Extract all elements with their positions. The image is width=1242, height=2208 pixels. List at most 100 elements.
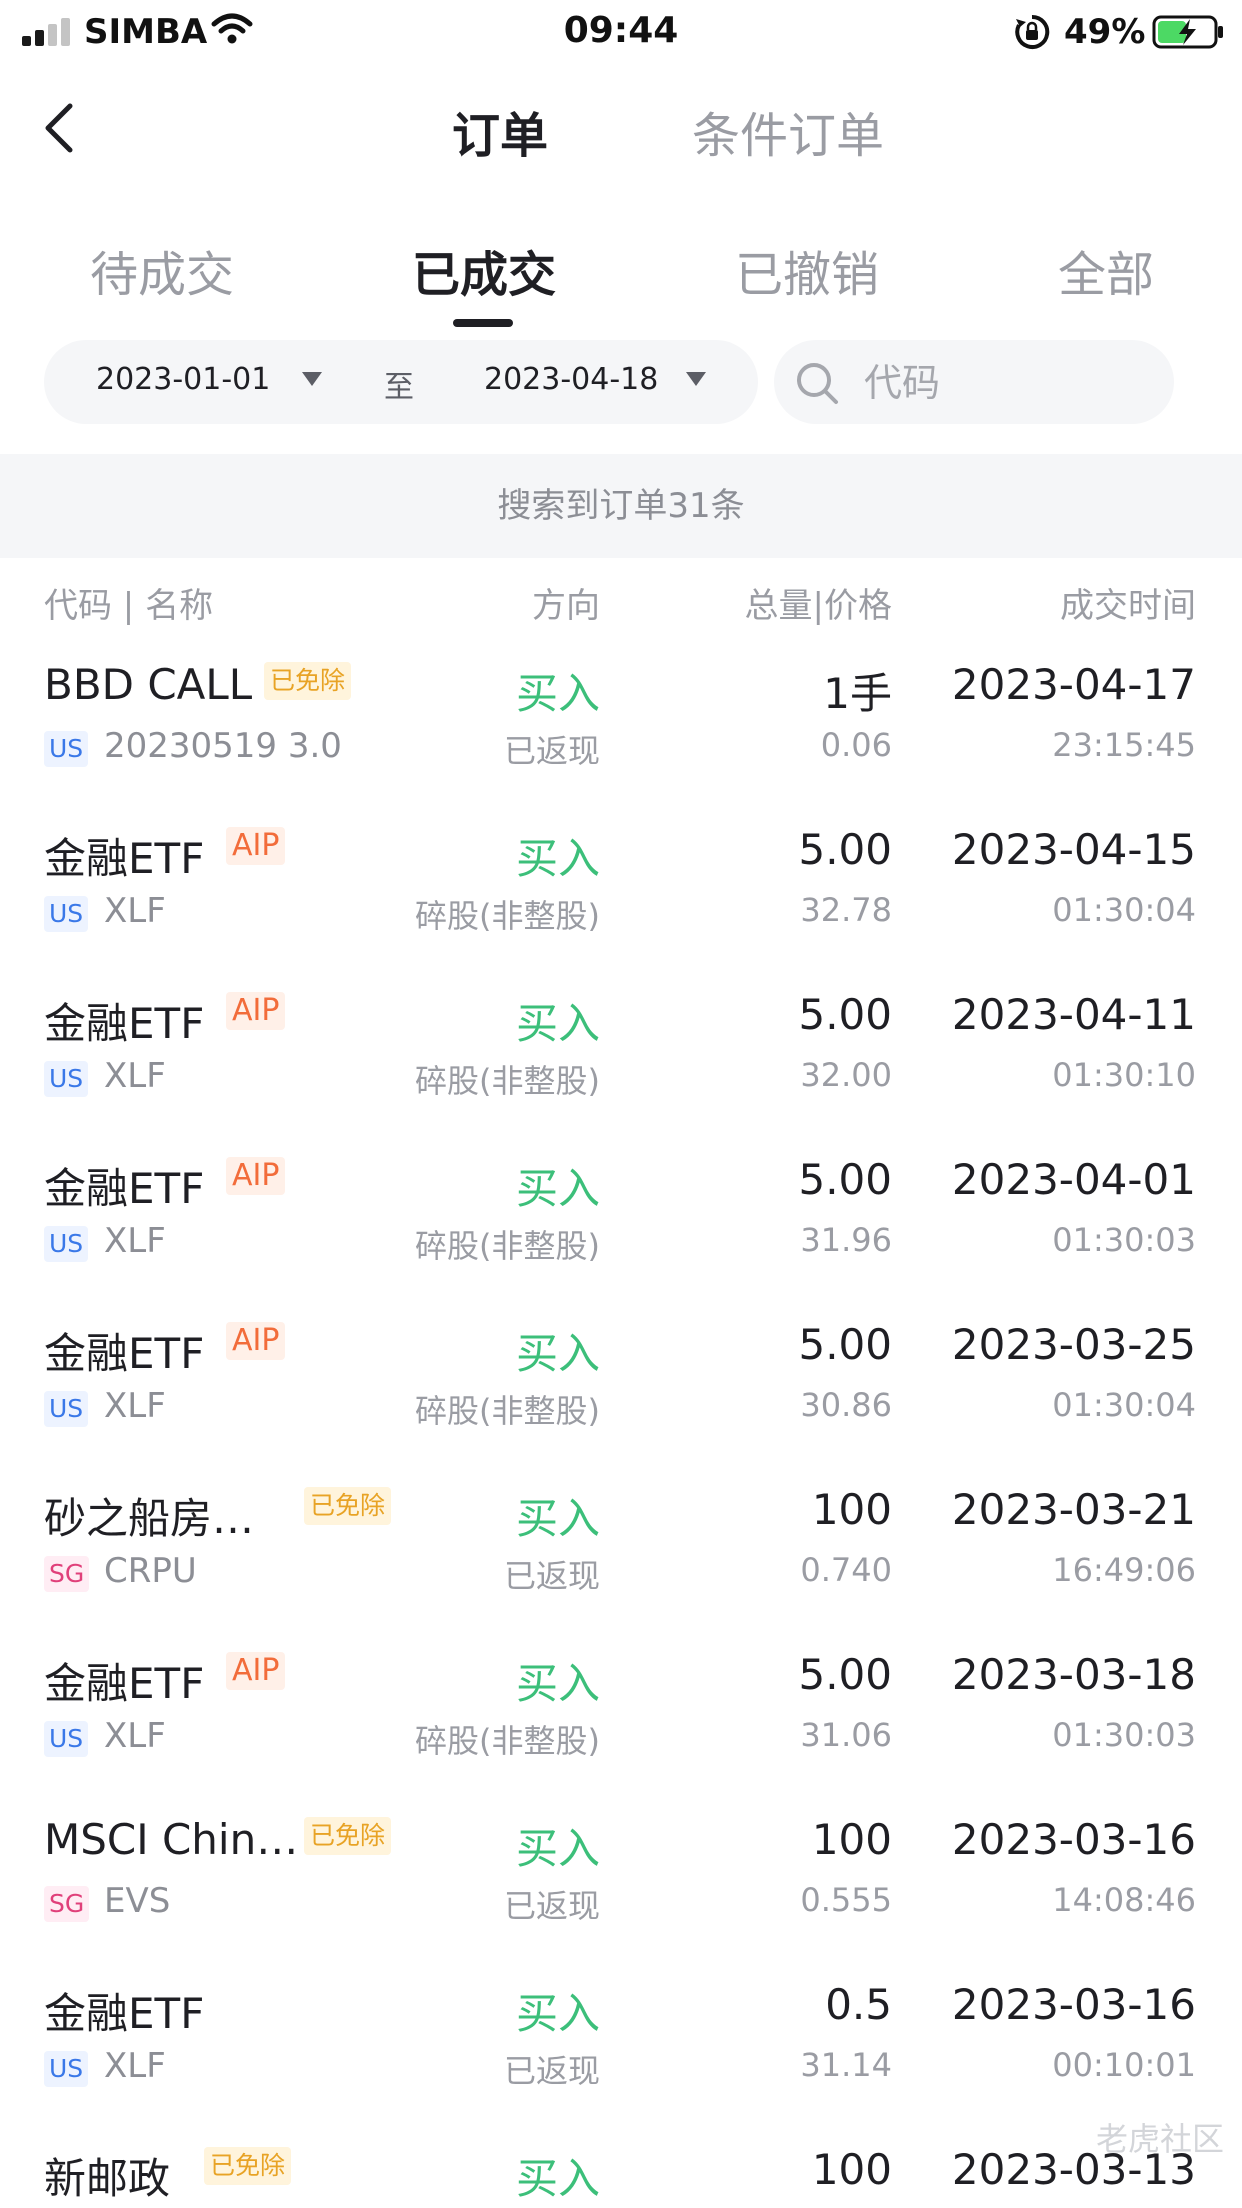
order-price: 0.555 [800, 1881, 892, 1919]
fill-time: 01:30:04 [1052, 1386, 1196, 1424]
fill-date: 2023-04-15 [951, 825, 1196, 874]
order-quantity: 5.00 [798, 990, 892, 1039]
status-bar: SIMBA 09:44 49% [0, 0, 1242, 64]
fill-time: 01:30:03 [1052, 1716, 1196, 1754]
order-quantity: 100 [811, 1485, 892, 1534]
active-tab-indicator [453, 319, 513, 327]
fill-time: 16:49:06 [1052, 1551, 1196, 1589]
fill-time: 01:30:10 [1052, 1056, 1196, 1094]
security-code: XLF [104, 1386, 166, 1426]
tab-pending[interactable]: 待成交 [90, 235, 234, 305]
fill-time: 14:08:46 [1052, 1881, 1196, 1919]
triangle-down-icon[interactable] [686, 372, 706, 386]
order-direction: 买入 [515, 1329, 600, 1378]
security-name: MSCI Chin… [44, 1815, 299, 1864]
order-direction: 买入 [515, 1824, 600, 1873]
column-header-direction: 方向 [532, 586, 600, 626]
security-name: 新邮政 [44, 2154, 171, 2203]
order-direction: 买入 [515, 2154, 600, 2203]
order-list: BBD CALL 已免除 US 20230519 3.0 买入 已返现 1手 0.06 2023… [0, 640, 1242, 2208]
order-row[interactable]: 金融ETF AIP US XLF 买入 碎股(非整股) 5.00 30.86 2023-03-2… [0, 1300, 1242, 1465]
security-code: XLF [104, 891, 166, 931]
order-note: 已返现 [503, 1887, 600, 1925]
tab-cancelled[interactable]: 已撤销 [735, 235, 879, 305]
security-name: 金融ETF [44, 1329, 205, 1378]
order-note: 碎股(非整股) [415, 1062, 600, 1100]
triangle-down-icon[interactable] [302, 372, 322, 386]
tab-orders[interactable]: 订单 [452, 96, 548, 166]
market-tag: SG [44, 1886, 90, 1922]
order-note: 碎股(非整股) [415, 1227, 600, 1265]
commission-waived-badge: 已免除 [204, 2147, 292, 2185]
order-quantity: 5.00 [798, 1650, 892, 1699]
tab-filled[interactable]: 已成交 [412, 235, 556, 305]
order-quantity: 100 [811, 2145, 892, 2194]
order-row[interactable]: 砂之船房… 已免除 SG CRPU 买入 已返现 100 0.740 2023-03-21 16:… [0, 1465, 1242, 1630]
order-row[interactable]: BBD CALL 已免除 US 20230519 3.0 买入 已返现 1手 0.06 2023… [0, 640, 1242, 805]
order-row[interactable]: 金融ETF AIP US XLF 买入 碎股(非整股) 5.00 32.00 2023-04-1… [0, 970, 1242, 1135]
market-tag: SG [44, 1556, 90, 1592]
commission-waived-badge: 已免除 [304, 1487, 392, 1525]
search-input[interactable] [864, 360, 1154, 406]
order-row[interactable]: 金融ETF AIP US XLF 买入 碎股(非整股) 5.00 31.96 2023-04-0… [0, 1135, 1242, 1300]
security-name: 金融ETF [44, 1164, 205, 1213]
battery-percentage: 49% [1064, 12, 1146, 52]
market-tag: US [44, 1721, 89, 1757]
column-header-code-name: 代码 | 名称 [44, 586, 214, 626]
order-price: 32.00 [800, 1056, 892, 1094]
search-box[interactable] [774, 340, 1174, 424]
fill-date: 2023-04-17 [951, 660, 1196, 709]
end-date-picker[interactable]: 2023-04-18 [484, 362, 658, 397]
order-quantity: 5.00 [798, 1155, 892, 1204]
order-quantity: 5.00 [798, 1320, 892, 1369]
order-price: 31.14 [800, 2046, 892, 2084]
order-row[interactable]: MSCI Chin… 已免除 SG EVS 买入 已返现 100 0.555 2023-03-1… [0, 1795, 1242, 1960]
security-name: 金融ETF [44, 1659, 205, 1708]
result-count-banner: 搜索到订单31条 [0, 454, 1242, 558]
order-note: 碎股(非整股) [415, 1392, 600, 1430]
security-name: 金融ETF [44, 834, 205, 883]
watermark: 老虎社区 [1095, 2120, 1224, 2158]
order-direction: 买入 [515, 669, 600, 718]
fill-date: 2023-03-16 [951, 1815, 1196, 1864]
market-tag: US [44, 896, 89, 932]
order-direction: 买入 [515, 1494, 600, 1543]
aip-badge: AIP [226, 1322, 286, 1360]
order-note: 已返现 [503, 2052, 600, 2090]
start-date-picker[interactable]: 2023-01-01 [96, 362, 270, 397]
security-code: CRPU [104, 1551, 197, 1591]
order-price: 30.86 [800, 1386, 892, 1424]
order-row[interactable]: 金融ETF AIP US XLF 买入 碎股(非整股) 5.00 31.06 2023-03-1… [0, 1630, 1242, 1795]
back-button[interactable] [36, 98, 86, 158]
order-row[interactable]: 金融ETF US XLF 买入 已返现 0.5 31.14 2023-03-16 00:10:0… [0, 1960, 1242, 2125]
order-row[interactable]: 新邮政 已免除 买入 100 2023-03-13 [0, 2125, 1242, 2208]
security-code: 20230519 3.0 [104, 726, 342, 766]
tab-all[interactable]: 全部 [1058, 235, 1154, 305]
market-tag: US [44, 1391, 89, 1427]
order-quantity: 5.00 [798, 825, 892, 874]
clock: 09:44 [563, 10, 679, 51]
aip-badge: AIP [226, 827, 286, 865]
column-header-fill-time: 成交时间 [1060, 586, 1196, 626]
commission-waived-badge: 已免除 [264, 662, 352, 700]
order-price: 32.78 [800, 891, 892, 929]
order-direction: 买入 [515, 1989, 600, 2038]
order-row[interactable]: 金融ETF AIP US XLF 买入 碎股(非整股) 5.00 32.78 2023-04-1… [0, 805, 1242, 970]
order-price: 0.06 [820, 726, 892, 764]
market-tag: US [44, 731, 89, 767]
fill-date: 2023-03-16 [951, 1980, 1196, 2029]
order-direction: 买入 [515, 1164, 600, 1213]
order-direction: 买入 [515, 999, 600, 1048]
fill-time: 01:30:03 [1052, 1221, 1196, 1259]
security-name: BBD CALL [44, 660, 253, 709]
market-tag: US [44, 2051, 89, 2087]
order-price: 31.06 [800, 1716, 892, 1754]
column-header-quantity-price: 总量|价格 [744, 586, 892, 626]
battery-charging-icon [1152, 15, 1223, 49]
search-icon [797, 363, 838, 404]
aip-badge: AIP [226, 1652, 286, 1690]
security-code: XLF [104, 1056, 166, 1096]
security-code: EVS [104, 1881, 171, 1921]
fill-date: 2023-04-01 [951, 1155, 1196, 1204]
tab-conditional-orders[interactable]: 条件订单 [692, 96, 884, 166]
